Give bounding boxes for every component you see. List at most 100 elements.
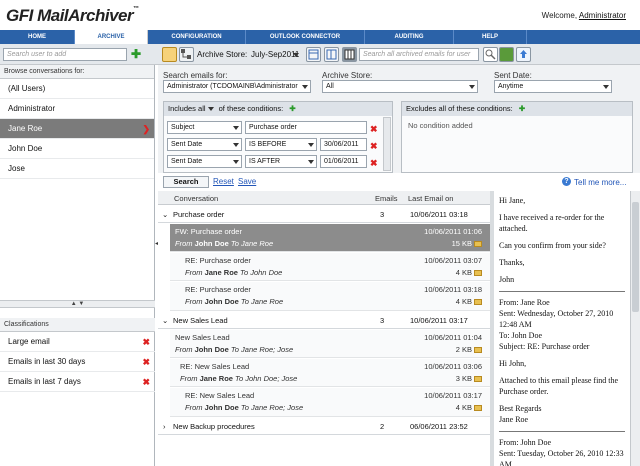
- condition-field-2[interactable]: Sent Date: [167, 138, 242, 151]
- condition-field-1[interactable]: Subject: [167, 121, 242, 134]
- save-link[interactable]: Save: [238, 177, 256, 186]
- app-header: GFI MailArchiver™ Welcome, Administrator: [0, 0, 640, 30]
- archive-store-filter-dropdown[interactable]: All: [322, 80, 478, 93]
- delete-condition-icon[interactable]: ✖: [370, 141, 378, 151]
- condition-op-2[interactable]: IS BEFORE: [245, 138, 317, 151]
- tab-home[interactable]: HOME: [0, 30, 75, 44]
- scrollbar-thumb[interactable]: [632, 202, 639, 312]
- quote-divider: [499, 431, 625, 432]
- tab-auditing[interactable]: AUDITING: [365, 30, 454, 44]
- tab-configuration[interactable]: CONFIGURATION: [148, 30, 246, 44]
- logo-tm: ™: [133, 6, 139, 12]
- to-label: To: [230, 345, 239, 354]
- add-user-icon[interactable]: ✚: [131, 48, 141, 60]
- chevron-down-icon[interactable]: [207, 107, 214, 111]
- email-preview: Hi Jane, I have received a re-order for …: [494, 191, 630, 466]
- message-row[interactable]: New Sales Lead 10/06/2011 01:04 From Joh…: [170, 330, 490, 358]
- folder-icon[interactable]: [162, 47, 177, 62]
- export-icon[interactable]: [516, 47, 531, 62]
- search-button[interactable]: Search: [163, 176, 209, 188]
- layout-split-icon[interactable]: [324, 47, 339, 62]
- delete-icon[interactable]: ✖: [142, 352, 150, 372]
- add-condition-icon[interactable]: ✚: [289, 104, 295, 113]
- message-date: 10/06/2011 03:06: [424, 362, 482, 371]
- chevron-down-icon[interactable]: [293, 53, 299, 57]
- message-size: 4 KB: [455, 268, 472, 277]
- col-conversation[interactable]: Conversation: [174, 194, 218, 203]
- user-link[interactable]: Administrator: [579, 11, 626, 20]
- conversation-group[interactable]: › New Backup procedures 2 06/06/2011 23:…: [158, 419, 490, 435]
- conversation-group[interactable]: ⌄ Purchase order 3 10/06/2011 03:18: [158, 207, 490, 223]
- classification-last-30[interactable]: Emails in last 30 days ✖: [0, 352, 155, 372]
- message-subject: RE: New Sales Lead: [185, 391, 255, 400]
- condition-op-3[interactable]: IS AFTER: [245, 155, 317, 168]
- condition-value-3[interactable]: 01/06/2011: [320, 155, 367, 168]
- message-size: 4 KB: [455, 297, 472, 306]
- delete-condition-icon[interactable]: ✖: [370, 158, 378, 168]
- dropdown-value: Subject: [171, 124, 195, 131]
- condition-field-3[interactable]: Sent Date: [167, 155, 242, 168]
- message-row[interactable]: RE: New Sales Lead 10/06/2011 03:06 From…: [170, 359, 490, 387]
- expand-icon[interactable]: ›: [163, 422, 166, 431]
- message-row[interactable]: RE: Purchase order 10/06/2011 03:07 From…: [170, 253, 490, 281]
- user-item-administrator[interactable]: Administrator: [0, 99, 154, 119]
- condition-value-1[interactable]: Purchase order: [245, 121, 367, 134]
- user-item-jane-roe[interactable]: Jane Roe ❯: [0, 119, 154, 139]
- archive-store-filter-label: Archive Store:: [322, 71, 373, 80]
- search-icon[interactable]: [483, 47, 498, 62]
- list-header: Conversation Emails Last Email on: [158, 191, 490, 205]
- message-from: John Doe: [204, 403, 239, 412]
- tell-me-more-link[interactable]: Tell me more...: [574, 178, 626, 187]
- col-emails[interactable]: Emails: [375, 194, 398, 203]
- collapse-icon[interactable]: ⌄: [162, 210, 168, 219]
- app-logo: GFI MailArchiver™: [6, 6, 139, 26]
- user-item-john-doe[interactable]: John Doe: [0, 139, 154, 159]
- quote-sent: Sent: Wednesday, October 27, 2010 12:48 …: [499, 309, 614, 329]
- logo-name: MailArchiver: [37, 6, 134, 25]
- from-label: From: [185, 268, 203, 277]
- col-last-email[interactable]: Last Email on: [408, 194, 453, 203]
- includes-mode-dropdown[interactable]: all: [198, 104, 206, 113]
- message-row[interactable]: RE: Purchase order 10/06/2011 03:18 From…: [170, 282, 490, 311]
- delete-condition-icon[interactable]: ✖: [370, 124, 378, 134]
- tab-outlook-connector[interactable]: OUTLOOK CONNECTOR: [246, 30, 365, 44]
- message-date: 10/06/2011 03:17: [424, 391, 482, 400]
- chevron-down-icon: [469, 85, 475, 89]
- chevron-down-icon: [233, 126, 239, 130]
- panel-splitter[interactable]: ▲ ▼: [0, 300, 155, 308]
- message-row[interactable]: RE: New Sales Lead 10/06/2011 03:17 From…: [170, 388, 490, 417]
- delete-icon[interactable]: ✖: [142, 332, 150, 352]
- classification-large-email[interactable]: Large email ✖: [0, 332, 155, 352]
- help-icon[interactable]: ?: [562, 177, 571, 186]
- message-row[interactable]: FW: Purchase order 10/06/2011 01:06 From…: [170, 224, 490, 252]
- tab-help[interactable]: HELP: [454, 30, 527, 44]
- attachment-envelope-icon: [474, 241, 482, 248]
- user-search-input[interactable]: Search user to add: [3, 48, 127, 61]
- advanced-search-icon[interactable]: [499, 47, 514, 62]
- tab-archive[interactable]: ARCHIVE: [75, 30, 148, 44]
- to-label: To: [240, 268, 249, 277]
- sent-date-dropdown[interactable]: Anytime: [494, 80, 612, 93]
- sent-date-label: Sent Date:: [494, 71, 532, 80]
- delete-icon[interactable]: ✖: [142, 372, 150, 392]
- chevron-down-icon: [603, 85, 609, 89]
- conversation-group[interactable]: ⌄ New Sales Lead 3 10/06/2011 03:17: [158, 313, 490, 329]
- condition-value-2[interactable]: 30/06/2011: [320, 138, 367, 151]
- envelope-icon: [474, 347, 482, 354]
- layout-list-icon[interactable]: [306, 47, 321, 62]
- tree-icon[interactable]: [179, 47, 194, 62]
- collapse-icon[interactable]: ⌄: [162, 316, 168, 325]
- user-item-all[interactable]: (All Users): [0, 79, 154, 99]
- layout-columns-icon[interactable]: [342, 47, 357, 62]
- search-emails-for-label: Search emails for:: [163, 71, 228, 80]
- dropdown-value: Administrator (TCDOMAINB\Administrator: [167, 83, 298, 90]
- search-emails-for-dropdown[interactable]: Administrator (TCDOMAINB\Administrator: [163, 80, 311, 93]
- email-search-input[interactable]: Search all archived emails for user: [359, 48, 479, 61]
- user-item-jose[interactable]: Jose: [0, 159, 154, 179]
- reset-link[interactable]: Reset: [213, 177, 234, 186]
- conditions-scrollbar[interactable]: [383, 117, 391, 171]
- add-condition-icon[interactable]: ✚: [519, 104, 525, 113]
- classification-last-7[interactable]: Emails in last 7 days ✖: [0, 372, 155, 392]
- logo-gfi: GFI: [6, 6, 33, 25]
- message-date: 10/06/2011 03:18: [424, 285, 482, 294]
